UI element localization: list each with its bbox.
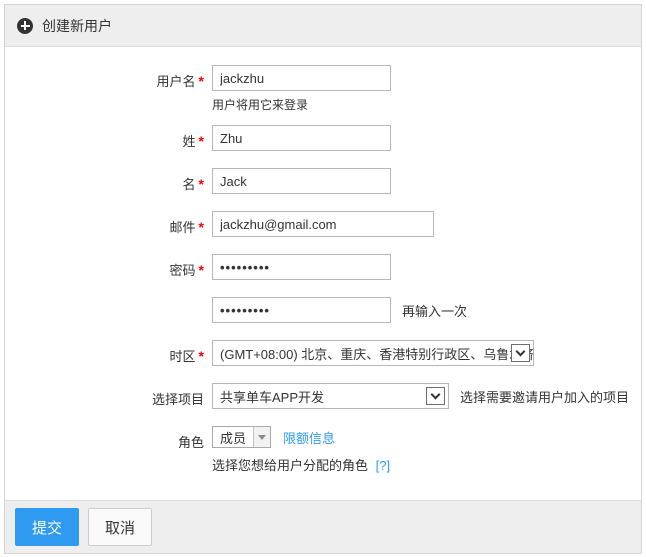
project-label: 选择项目 [5,383,204,408]
password-confirmation-hint: 再输入一次 [402,301,467,320]
username-input[interactable] [212,65,391,91]
username-hint: 用户将用它来登录 [212,96,391,113]
username-row: 用户名* 用户将用它来登录 [5,65,641,113]
form-footer: 提交 取消 [5,500,641,553]
lastname-row: 姓* [5,125,641,151]
panel-header: 创建新用户 [5,5,641,47]
password-confirmation-label-spacer [5,297,204,303]
project-row: 选择项目 共享单车APP开发 选择需要邀请用户加入的项目 [5,383,641,409]
firstname-label: 名* [5,168,204,193]
email-input[interactable] [212,211,434,237]
dropdown-arrow-button [253,427,270,447]
chevron-down-icon [431,390,441,400]
lastname-input[interactable] [212,125,391,151]
required-asterisk: * [199,348,204,364]
email-label: 邮件* [5,211,204,236]
required-asterisk: * [199,73,204,89]
dropdown-arrow-button [511,344,530,362]
role-label: 角色 [5,426,204,451]
firstname-row: 名* [5,168,641,194]
quota-info-link[interactable]: 限额信息 [283,428,335,447]
required-asterisk: * [199,262,204,278]
role-row: 角色 成员 限额信息 选择您想给用户分配的角色 [?] [5,426,641,474]
required-asterisk: * [199,133,204,149]
project-select[interactable]: 共享单车APP开发 [212,383,449,409]
triangle-down-icon [258,435,266,440]
password-row: 密码* [5,254,641,280]
password-label: 密码* [5,254,204,279]
chevron-down-icon [516,347,526,357]
cancel-button[interactable]: 取消 [88,508,152,546]
plus-circle-icon [17,18,33,34]
role-selected-value: 成员 [213,427,253,447]
submit-button[interactable]: 提交 [15,508,79,546]
required-asterisk: * [199,176,204,192]
firstname-input[interactable] [212,168,391,194]
project-hint: 选择需要邀请用户加入的项目 [460,387,629,406]
dropdown-arrow-button [426,387,445,405]
password-confirmation-input[interactable] [212,297,391,323]
timezone-selected-value: (GMT+08:00) 北京、重庆、香港特别行政区、乌鲁木齐 [220,344,534,363]
required-asterisk: * [199,219,204,235]
project-selected-value: 共享单车APP开发 [220,387,324,406]
password-input[interactable] [212,254,391,280]
timezone-row: 时区* (GMT+08:00) 北京、重庆、香港特别行政区、乌鲁木齐 [5,340,641,366]
lastname-label: 姓* [5,125,204,150]
role-select[interactable]: 成员 [212,426,271,448]
role-help-link[interactable]: [?] [376,458,390,473]
password-confirmation-row: 再输入一次 [5,297,641,323]
role-hint: 选择您想给用户分配的角色 [212,458,368,473]
username-label: 用户名* [5,65,204,90]
create-user-form: 用户名* 用户将用它来登录 姓* 名* 邮件* [5,47,641,500]
email-row: 邮件* [5,211,641,237]
create-user-panel: 创建新用户 用户名* 用户将用它来登录 姓* 名* 邮件* [4,4,642,554]
timezone-select[interactable]: (GMT+08:00) 北京、重庆、香港特别行政区、乌鲁木齐 [212,340,534,366]
timezone-label: 时区* [5,340,204,365]
page-title: 创建新用户 [42,16,112,36]
